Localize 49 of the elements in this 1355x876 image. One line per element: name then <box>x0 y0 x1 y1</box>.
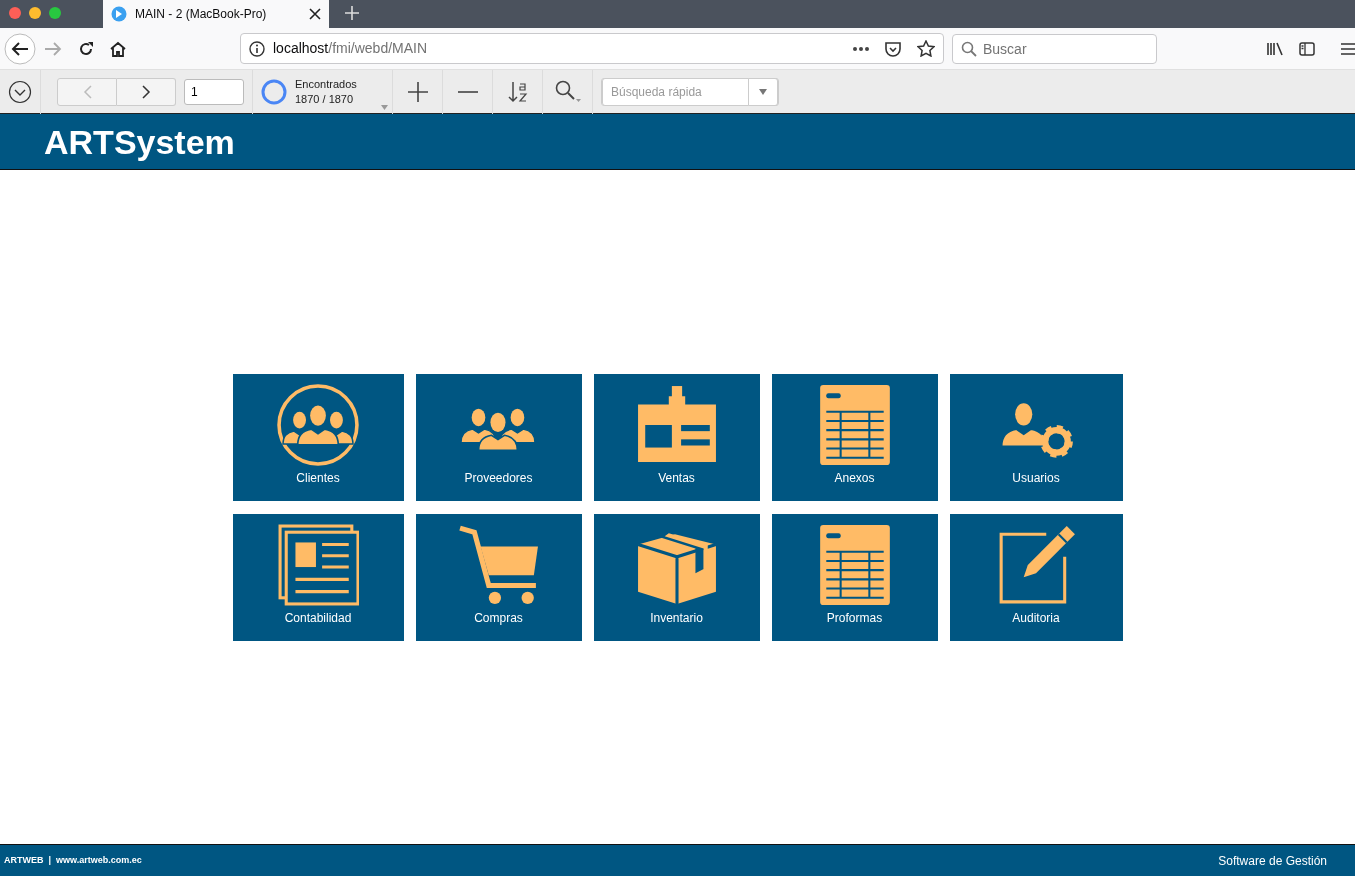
library-icon[interactable] <box>1267 41 1283 56</box>
home-icon[interactable] <box>110 40 126 57</box>
app-title: ARTSystem <box>44 122 236 163</box>
found-count: 1870 / 1870 <box>295 91 355 107</box>
sort-icon[interactable] <box>506 80 529 103</box>
module-tile[interactable]: Clientes <box>232 373 404 501</box>
new-tab-icon[interactable] <box>345 6 359 20</box>
minus-icon[interactable] <box>457 90 478 93</box>
browser-tab[interactable]: MAIN - 2 (MacBook-Pro) <box>103 0 329 28</box>
plus-icon[interactable] <box>407 81 428 102</box>
footer-credit: ARTWEB | www.artweb.com.ec <box>4 853 142 867</box>
tab-title: MAIN - 2 (MacBook-Pro) <box>135 6 268 23</box>
chevron-left-icon <box>82 84 92 99</box>
module-tile[interactable]: Compras <box>415 513 582 641</box>
client-group-icon <box>277 383 359 466</box>
module-tile[interactable]: Anexos <box>771 373 938 501</box>
ledger-pages-icon <box>277 523 359 606</box>
module-tile[interactable]: Auditoria <box>949 513 1123 641</box>
found-label: Encontrados <box>295 76 358 92</box>
site-icon <box>111 6 127 22</box>
module-tile[interactable]: Usuarios <box>949 373 1123 501</box>
info-icon[interactable] <box>249 40 265 57</box>
chevron-down-icon[interactable] <box>8 79 32 104</box>
shopping-cart-icon <box>457 523 540 606</box>
reload-icon[interactable] <box>78 40 94 57</box>
back-icon[interactable] <box>4 32 36 65</box>
module-tile[interactable]: Contabilidad <box>232 513 404 641</box>
dropdown-arrow-icon <box>759 88 767 95</box>
module-tile[interactable]: Proveedores <box>415 373 582 501</box>
pocket-icon[interactable] <box>885 40 901 57</box>
ring-icon <box>261 78 287 105</box>
module-tile[interactable]: Proformas <box>771 513 938 641</box>
sidebar-icon[interactable] <box>1299 41 1315 56</box>
menu-icon[interactable] <box>1341 42 1355 55</box>
quick-search-field[interactable]: Búsqueda rápida <box>602 77 749 106</box>
search-icon[interactable] <box>554 79 581 104</box>
chevron-right-icon <box>141 84 151 99</box>
search-field[interactable]: Buscar <box>952 33 1157 64</box>
record-number-field[interactable]: 1 <box>184 78 244 105</box>
url-text: localhost/fmi/webd/MAIN <box>273 39 429 58</box>
more-icon[interactable] <box>853 46 869 51</box>
star-icon[interactable] <box>917 40 935 57</box>
footer-tagline: Software de Gestión <box>1218 852 1327 870</box>
search-icon <box>961 40 977 57</box>
url-field[interactable]: localhost/fmi/webd/MAIN <box>240 33 944 64</box>
close-icon[interactable] <box>309 8 321 20</box>
module-tile[interactable]: Ventas <box>593 373 760 501</box>
module-tile[interactable]: Inventario <box>593 513 760 641</box>
window-controls-icon[interactable] <box>8 6 64 20</box>
